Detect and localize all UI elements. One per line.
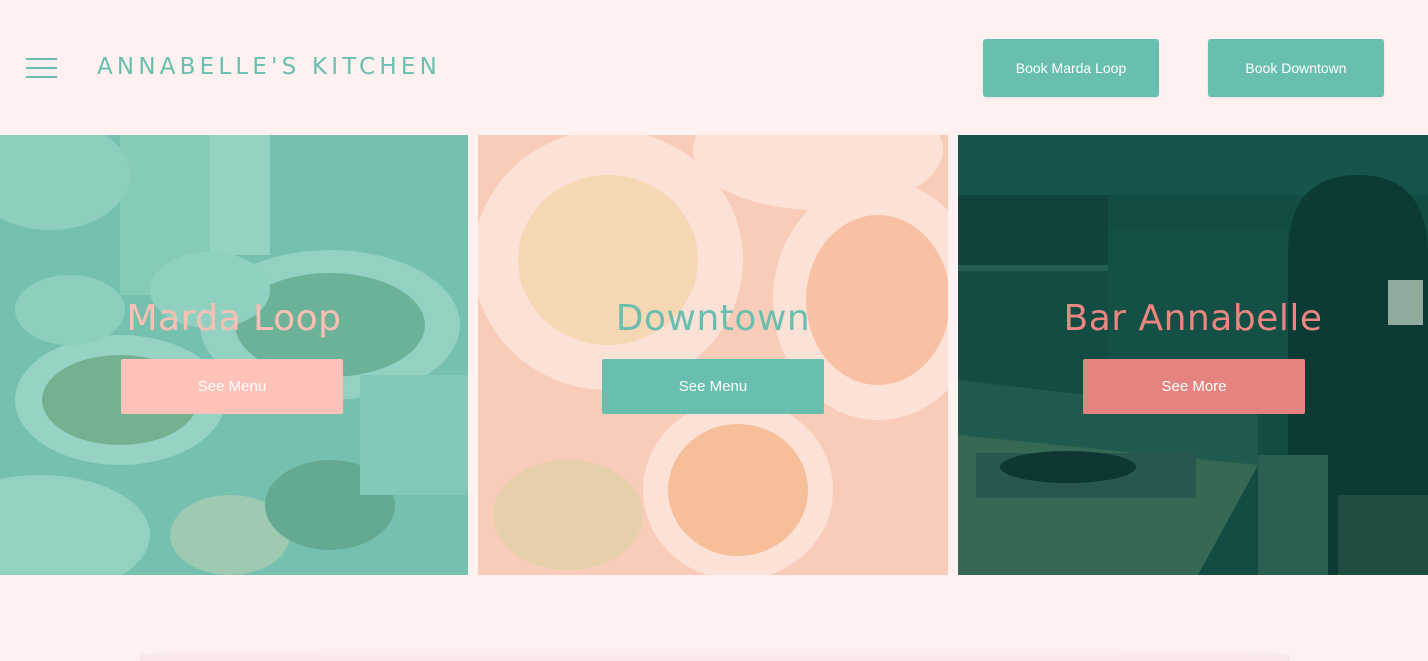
hamburger-menu-icon[interactable]	[26, 58, 57, 78]
book-marda-loop-button[interactable]: Book Marda Loop	[983, 39, 1159, 97]
bar-annabelle-see-more-button[interactable]: See More	[1083, 359, 1305, 414]
site-logo[interactable]: ANNABELLE'S KITCHEN	[97, 54, 441, 80]
downtown-see-menu-button[interactable]: See Menu	[602, 359, 824, 414]
marda-loop-title: Marda Loop	[126, 298, 342, 339]
bar-annabelle-title: Bar Annabelle	[1063, 298, 1323, 339]
location-card-marda-loop: Marda Loop See Menu	[0, 135, 468, 575]
book-downtown-button[interactable]: Book Downtown	[1208, 39, 1384, 97]
footer-shadow-decoration	[140, 648, 1290, 661]
downtown-tint-overlay	[478, 135, 948, 575]
bar-annabelle-tint-overlay	[958, 135, 1428, 575]
location-card-downtown: Downtown See Menu	[478, 135, 948, 575]
marda-loop-tint-overlay	[0, 135, 468, 575]
marda-loop-see-menu-button[interactable]: See Menu	[121, 359, 343, 414]
downtown-title: Downtown	[615, 298, 811, 339]
location-card-bar-annabelle: Bar Annabelle See More	[958, 135, 1428, 575]
site-header: ANNABELLE'S KITCHEN Book Marda Loop Book…	[0, 0, 1428, 135]
